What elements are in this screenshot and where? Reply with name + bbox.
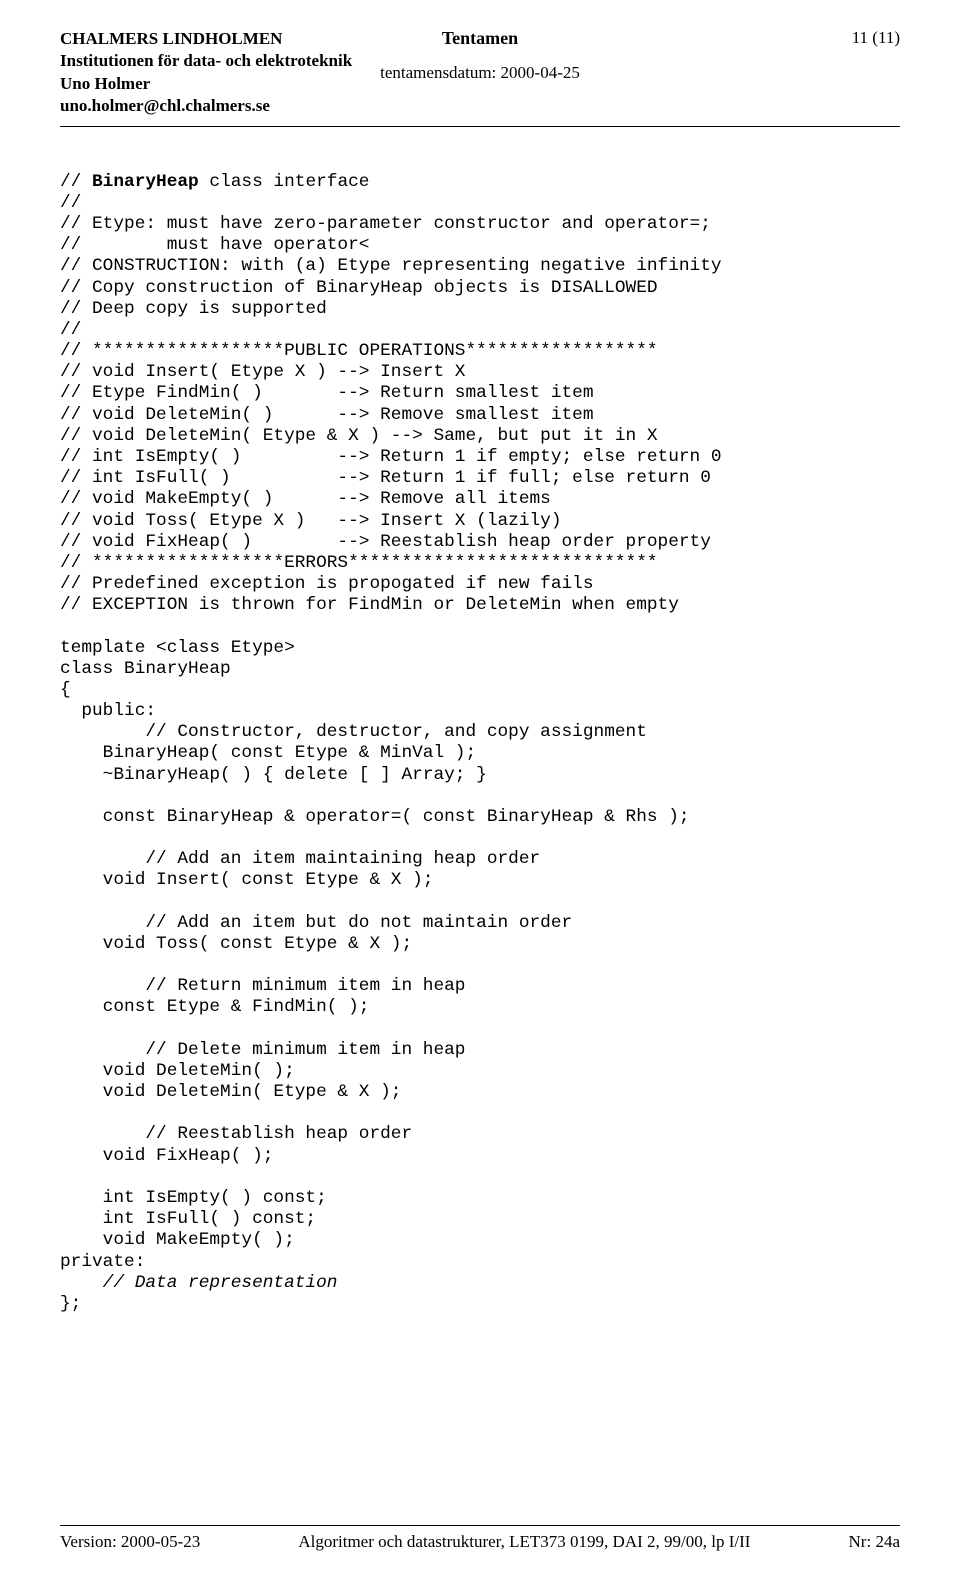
code-line: class interface bbox=[199, 172, 370, 192]
footer-number: Nr: 24a bbox=[849, 1532, 900, 1552]
page-footer: Version: 2000-05-23 Algoritmer och datas… bbox=[60, 1525, 900, 1552]
code-line: }; bbox=[60, 1294, 81, 1314]
code-line: // Delete minimum item in heap bbox=[60, 1040, 465, 1060]
document-title: Tentamen bbox=[380, 28, 580, 49]
code-line: // must have operator< bbox=[60, 235, 369, 255]
code-line: void FixHeap( ); bbox=[60, 1146, 273, 1166]
department: Institutionen för data- och elektrotekni… bbox=[60, 50, 352, 72]
code-line: class BinaryHeap bbox=[60, 659, 231, 679]
code-line: // Deep copy is supported bbox=[60, 299, 327, 319]
code-line: // int IsEmpty( ) --> Return 1 if empty;… bbox=[60, 447, 722, 467]
code-italic: // Data representation bbox=[60, 1273, 337, 1293]
exam-date: tentamensdatum: 2000-04-25 bbox=[380, 63, 580, 83]
footer-version: Version: 2000-05-23 bbox=[60, 1532, 200, 1552]
code-line: // Constructor, destructor, and copy ass… bbox=[60, 722, 647, 742]
code-line: void Toss( const Etype & X ); bbox=[60, 934, 412, 954]
code-line: // void DeleteMin( ) --> Remove smallest… bbox=[60, 405, 594, 425]
code-line: // CONSTRUCTION: with (a) Etype represen… bbox=[60, 256, 722, 276]
header-center: Tentamen tentamensdatum: 2000-04-25 bbox=[380, 28, 580, 83]
code-line: // bbox=[60, 172, 92, 192]
code-line: ~BinaryHeap( ) { delete [ ] Array; } bbox=[60, 765, 487, 785]
code-line: // ******************PUBLIC OPERATIONS**… bbox=[60, 341, 658, 361]
code-line: // EXCEPTION is thrown for FindMin or De… bbox=[60, 595, 679, 615]
code-line: // Predefined exception is propogated if… bbox=[60, 574, 594, 594]
code-line: // void DeleteMin( Etype & X ) --> Same,… bbox=[60, 426, 658, 446]
footer-course: Algoritmer och datastrukturer, LET373 01… bbox=[298, 1532, 750, 1552]
code-line: // ******************ERRORS*************… bbox=[60, 553, 658, 573]
page-number: 11 (11) bbox=[852, 28, 900, 48]
code-line: // Etype FindMin( ) --> Return smallest … bbox=[60, 383, 594, 403]
code-line: // void FixHeap( ) --> Reestablish heap … bbox=[60, 532, 711, 552]
code-line: // void MakeEmpty( ) --> Remove all item… bbox=[60, 489, 551, 509]
code-line: const BinaryHeap & operator=( const Bina… bbox=[60, 807, 690, 827]
code-line: void DeleteMin( ); bbox=[60, 1061, 295, 1081]
code-block: // BinaryHeap class interface // // Etyp… bbox=[60, 172, 900, 1315]
institution: CHALMERS LINDHOLMEN bbox=[60, 28, 352, 50]
code-line: BinaryHeap( const Etype & MinVal ); bbox=[60, 743, 476, 763]
author: Uno Holmer bbox=[60, 73, 352, 95]
code-line: // Add an item maintaining heap order bbox=[60, 849, 540, 869]
code-line: const Etype & FindMin( ); bbox=[60, 997, 369, 1017]
code-line: // bbox=[60, 320, 81, 340]
code-line: // Copy construction of BinaryHeap objec… bbox=[60, 278, 658, 298]
code-line: // Return minimum item in heap bbox=[60, 976, 465, 996]
code-line: // Etype: must have zero-parameter const… bbox=[60, 214, 711, 234]
code-line: int IsFull( ) const; bbox=[60, 1209, 316, 1229]
code-line: void DeleteMin( Etype & X ); bbox=[60, 1082, 401, 1102]
email: uno.holmer@chl.chalmers.se bbox=[60, 95, 352, 117]
code-bold: BinaryHeap bbox=[92, 172, 199, 192]
code-line: private: bbox=[60, 1252, 145, 1272]
page-header: CHALMERS LINDHOLMEN Institutionen för da… bbox=[60, 28, 900, 127]
code-line: template <class Etype> bbox=[60, 638, 295, 658]
header-left: CHALMERS LINDHOLMEN Institutionen för da… bbox=[60, 28, 352, 118]
code-line: public: bbox=[60, 701, 156, 721]
code-line: // bbox=[60, 193, 81, 213]
code-line: // Reestablish heap order bbox=[60, 1124, 412, 1144]
code-line: int IsEmpty( ) const; bbox=[60, 1188, 327, 1208]
code-line: // Add an item but do not maintain order bbox=[60, 913, 572, 933]
code-line: // int IsFull( ) --> Return 1 if full; e… bbox=[60, 468, 711, 488]
code-line: // void Insert( Etype X ) --> Insert X bbox=[60, 362, 465, 382]
code-line: { bbox=[60, 680, 71, 700]
code-line: void Insert( const Etype & X ); bbox=[60, 870, 433, 890]
code-line: void MakeEmpty( ); bbox=[60, 1230, 295, 1250]
code-line: // void Toss( Etype X ) --> Insert X (la… bbox=[60, 511, 562, 531]
